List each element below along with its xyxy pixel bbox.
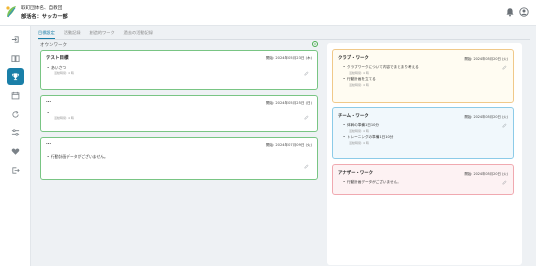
edit-icon[interactable]: [304, 71, 309, 76]
team-work-card[interactable]: チーム・ワーク 開始: 2024年05月20日 (火) 体幹の準備1日10分 活…: [332, 107, 514, 159]
edit-icon[interactable]: [502, 65, 507, 70]
sidebar-item-favorites[interactable]: [8, 144, 23, 159]
goal-start-date: 開始: 2024年05月25日 (日): [265, 101, 312, 105]
organization-name: 取町団体名、自教団: [21, 6, 63, 11]
team-work-title: チーム・ワーク: [338, 114, 369, 119]
goal-card[interactable]: テスト目標 開始: 2024年05月23日 (木) あいさつ 活動時間: 4 時: [40, 50, 318, 90]
goal-card[interactable]: ··· 開始: 2024年05月25日 (日) 活動時間: 4 時: [40, 95, 318, 132]
trophy-icon: [12, 73, 19, 81]
goal-title: テスト目標: [46, 56, 69, 61]
sidebar-item-settings[interactable]: [8, 125, 23, 140]
goal-start-date: 開始: 2024年05月23日 (木): [265, 56, 312, 60]
activity-time: 活動時間: 4 時: [54, 116, 74, 120]
another-work-title: アナザー・ワーク: [338, 171, 374, 176]
add-circle-icon[interactable]: [312, 41, 318, 47]
heart-icon: [11, 148, 20, 155]
goal-card[interactable]: ··· 開始: 2024年07月09日 (火) 行動計画データがございません。: [40, 137, 318, 180]
activity-time: 活動時間: 4 時: [349, 71, 369, 75]
action-item: 体幹の準備1日10分: [343, 123, 379, 128]
main-content: 目標設定 活動記録 創造的ワーク 過去の活動記録 オウンワーク テスト目標 開始…: [31, 26, 536, 266]
sidebar-item-logout[interactable]: [8, 163, 23, 178]
action-item: クラブワークについて内容でまとまり考える: [343, 65, 419, 70]
sidebar-item-calendar[interactable]: [8, 88, 23, 103]
activity-time: 活動時間: 4 時: [349, 141, 369, 145]
tab-divider: [38, 39, 530, 40]
another-work-start-date: 開始: 2024年05月20日 (火): [464, 172, 508, 176]
club-work-card[interactable]: クラブ・ワーク 開始: 2024年05月20日 (火) クラブワークについて内容…: [332, 49, 514, 103]
work-category-column: クラブ・ワーク 開始: 2024年05月20日 (火) クラブワークについて内容…: [327, 43, 522, 265]
team-work-start-date: 開始: 2024年05月20日 (火): [464, 115, 508, 119]
book-icon: [11, 55, 20, 63]
tab-goal-setting[interactable]: 目標設定: [38, 30, 55, 39]
refresh-icon: [12, 111, 19, 118]
edit-icon[interactable]: [502, 180, 507, 185]
goal-start-date: 開始: 2024年07月09日 (火): [265, 143, 312, 147]
no-action-plan-message: 行動計画データがございません。: [343, 180, 401, 185]
edit-icon[interactable]: [304, 115, 309, 120]
activity-time: 活動時間: 4 時: [349, 129, 369, 133]
no-action-plan-message: 行動計画データがございません。: [47, 154, 108, 160]
another-work-card[interactable]: アナザー・ワーク 開始: 2024年05月20日 (火) 行動計画データがござい…: [332, 164, 514, 195]
sidebar-item-book[interactable]: [8, 51, 23, 66]
sidebar-item-refresh[interactable]: [8, 107, 23, 122]
tab-creative-work[interactable]: 創造的ワーク: [90, 30, 115, 39]
sidebar-item-login[interactable]: [8, 32, 23, 47]
sidebar-item-trophy[interactable]: [7, 68, 24, 85]
goal-title: ···: [46, 100, 52, 105]
sliders-icon: [11, 129, 20, 136]
tab-past-activity-record[interactable]: 過去の活動記録: [124, 30, 153, 39]
club-name: 部活名：サッカー部: [21, 14, 68, 20]
club-work-title: クラブ・ワーク: [338, 56, 369, 61]
tab-bar: 目標設定 活動記録 創造的ワーク 過去の活動記録: [38, 30, 153, 39]
edit-icon[interactable]: [502, 123, 507, 128]
club-work-start-date: 開始: 2024年05月20日 (火): [464, 57, 508, 61]
action-item: トレーニングの準備1日10分: [343, 135, 393, 140]
tab-activity-record[interactable]: 活動記録: [64, 30, 81, 39]
app-header: 取町団体名、自教団 部活名：サッカー部: [0, 0, 536, 26]
login-icon: [11, 36, 19, 43]
activity-time: 活動時間: 4 時: [54, 71, 74, 75]
calendar-icon: [11, 91, 20, 100]
app-logo-icon[interactable]: [5, 5, 17, 19]
action-item: 行動計画を立てる: [343, 77, 376, 82]
section-title: オウンワーク: [40, 43, 67, 48]
user-account-icon[interactable]: [519, 7, 529, 17]
sidebar: [0, 26, 31, 266]
goal-title: ···: [46, 142, 52, 147]
bell-icon[interactable]: [505, 7, 515, 17]
activity-time: 活動時間: 4 時: [349, 83, 369, 87]
logout-icon: [12, 167, 20, 174]
edit-icon[interactable]: [304, 164, 309, 169]
